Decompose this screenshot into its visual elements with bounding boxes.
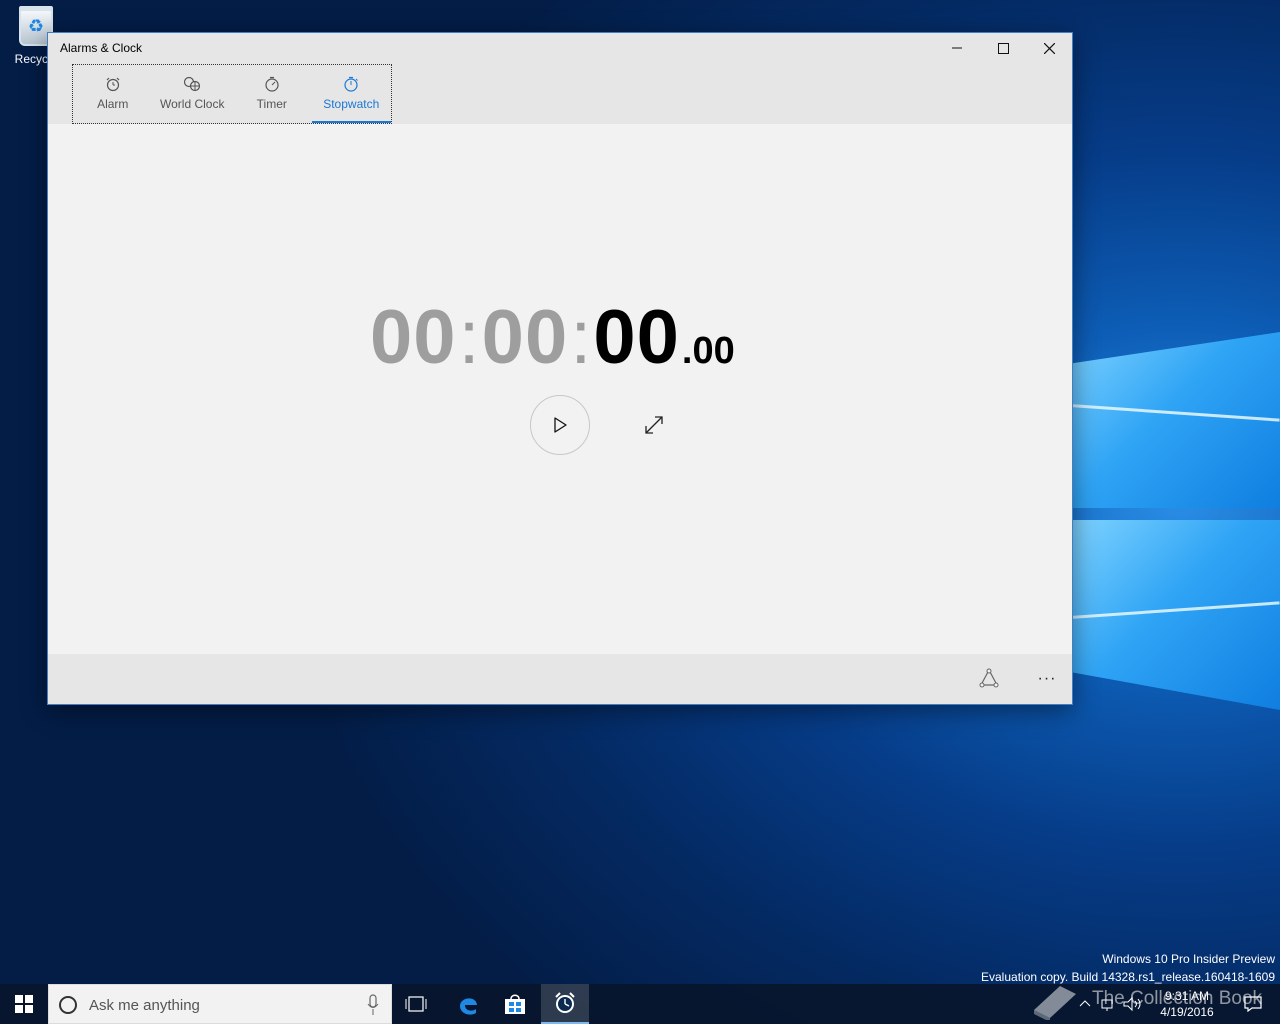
book-icon <box>1034 986 1076 1020</box>
maximize-icon <box>997 42 1009 54</box>
cortana-search-box[interactable]: Ask me anything <box>48 984 392 1024</box>
start-button[interactable] <box>530 395 590 455</box>
microphone-icon[interactable] <box>367 994 379 1016</box>
maximize-button[interactable] <box>980 33 1026 63</box>
windows-logo-icon <box>15 995 33 1013</box>
collection-book-overlay: The Collection Book <box>1030 978 1280 1024</box>
tab-stopwatch-label: Stopwatch <box>323 97 380 111</box>
command-bar: ··· <box>48 654 1072 704</box>
tab-alarm[interactable]: Alarm <box>73 65 153 123</box>
tab-alarm-label: Alarm <box>97 97 129 111</box>
alarms-clock-window: Alarms & Clock Alarm World Clock Timer S… <box>47 32 1073 705</box>
close-button[interactable] <box>1026 33 1072 63</box>
title-bar[interactable]: Alarms & Clock <box>48 33 1072 63</box>
hours-digits: 00 <box>370 295 457 380</box>
timer-icon <box>264 75 280 93</box>
tab-bar: Alarm World Clock Timer Stopwatch <box>48 63 1072 124</box>
stopwatch-display: 00 : 00 : 00 .00 <box>370 294 735 380</box>
tab-stopwatch[interactable]: Stopwatch <box>311 65 391 123</box>
minimize-button[interactable] <box>934 33 980 63</box>
expand-button[interactable] <box>640 411 668 439</box>
tab-timer[interactable]: Timer <box>232 65 312 123</box>
tab-world-clock[interactable]: World Clock <box>153 65 233 123</box>
start-button[interactable] <box>0 984 48 1024</box>
tab-group: Alarm World Clock Timer Stopwatch <box>72 64 392 124</box>
tab-world-clock-label: World Clock <box>160 97 225 111</box>
cortana-icon <box>59 996 77 1014</box>
seconds-digits: 00 <box>593 295 680 380</box>
store-icon <box>505 994 525 1014</box>
close-icon <box>1043 42 1055 54</box>
overlay-text: The Collection Book <box>1092 988 1263 1009</box>
alarm-clock-icon <box>105 75 121 93</box>
expand-icon <box>645 416 663 434</box>
alarm-clock-icon <box>555 992 575 1013</box>
more-button[interactable]: ··· <box>1034 666 1060 692</box>
edge-icon <box>460 998 477 1015</box>
fraction-digits: .00 <box>681 330 735 372</box>
task-view-button[interactable] <box>392 984 440 1024</box>
minutes-digits: 00 <box>481 295 569 380</box>
play-icon <box>554 417 567 433</box>
stopwatch-icon <box>343 75 359 93</box>
pin-button[interactable] <box>976 666 1002 692</box>
stopwatch-view: 00 : 00 : 00 .00 <box>48 124 1072 656</box>
pin-to-start-icon <box>979 668 999 688</box>
edge-taskbar-button[interactable] <box>444 984 492 1024</box>
search-placeholder: Ask me anything <box>89 997 200 1014</box>
separator: : <box>458 295 480 380</box>
separator: : <box>570 295 592 380</box>
tab-timer-label: Timer <box>256 97 287 111</box>
watermark-edition: Windows 10 Pro Insider Preview <box>1102 952 1275 966</box>
window-title: Alarms & Clock <box>60 41 143 55</box>
wallpaper-windows-logo <box>1069 320 1280 720</box>
minimize-icon <box>952 47 962 49</box>
store-taskbar-button[interactable] <box>491 984 539 1024</box>
task-view-icon <box>405 996 427 1012</box>
alarms-taskbar-button[interactable] <box>541 984 589 1024</box>
globe-clock-icon <box>183 75 201 93</box>
